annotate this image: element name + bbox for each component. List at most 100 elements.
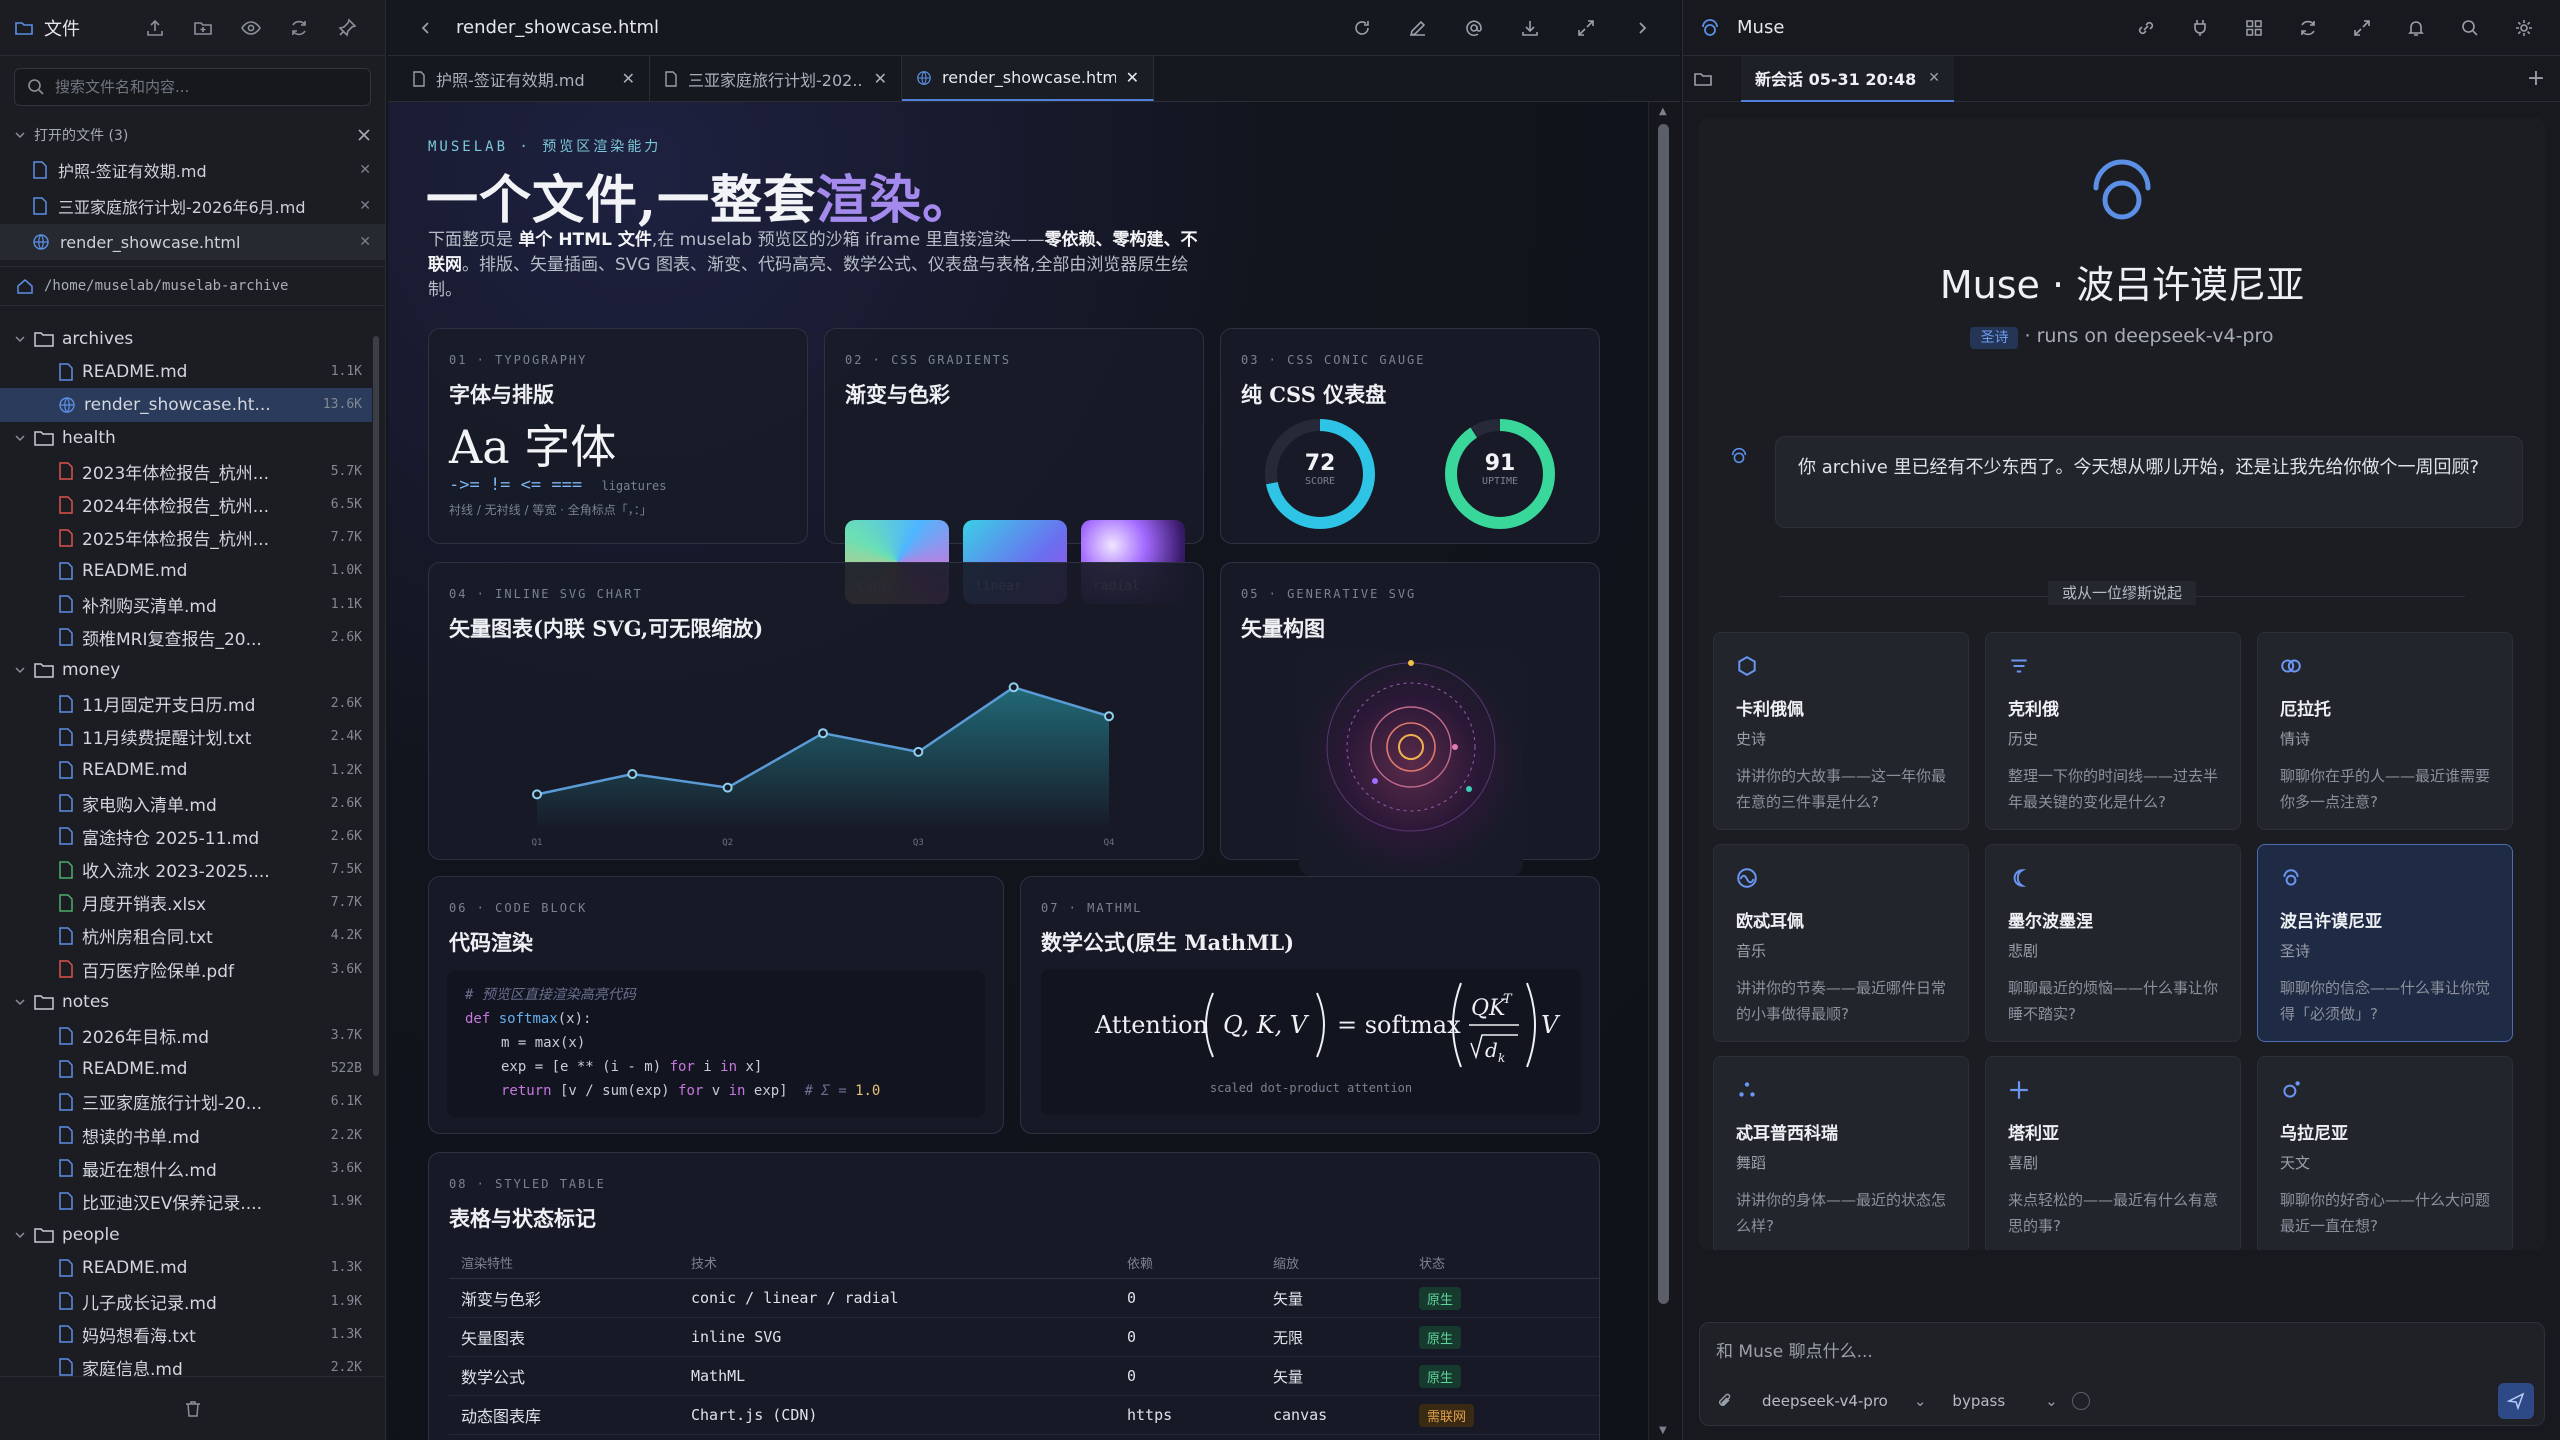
tree-file[interactable]: README.md 522B (0, 1052, 372, 1085)
muse-card[interactable]: 塔利亚 喜剧 来点轻松的——最近有什么有意思的事? (1985, 1056, 2241, 1250)
gear-icon[interactable] (2500, 8, 2548, 48)
reload-icon[interactable] (1338, 8, 1386, 48)
muse-card[interactable]: 卡利俄佩 史诗 讲讲你的大故事——这一年你最在意的三件事是什么? (1713, 632, 1969, 830)
grid-icon[interactable] (2230, 8, 2278, 48)
close-icon[interactable]: ✕ (874, 69, 887, 88)
tree-file[interactable]: 补剂购买清单.md 1.1K (0, 588, 372, 621)
tree-file[interactable]: 最近在想什么.md 3.6K (0, 1152, 372, 1185)
tree-file[interactable]: README.md 1.0K (0, 554, 372, 587)
tree-file[interactable]: 三亚家庭旅行计划-20... 6.1K (0, 1085, 372, 1118)
tree-file[interactable]: 想读的书单.md 2.2K (0, 1119, 372, 1152)
open-file-item[interactable]: 护照-签证有效期.md ✕ (0, 152, 385, 188)
new-session-icon[interactable]: + (2522, 65, 2550, 93)
download-icon[interactable] (1506, 8, 1554, 48)
muse-card[interactable]: 墨尔波墨涅 悲剧 聊聊最近的烦恼——什么事让你睡不踏实? (1985, 844, 2241, 1042)
plug-icon[interactable] (2176, 8, 2224, 48)
tree-file[interactable]: 富途持仓 2025-11.md 2.6K (0, 820, 372, 853)
mention-icon[interactable] (1450, 8, 1498, 48)
tree-file[interactable]: 家庭信息.md 2.2K (0, 1351, 372, 1376)
formula-text: QK (1471, 996, 1507, 1021)
chat-composer[interactable]: deepseek-v4-pro ⌄ bypass ⌄ (1699, 1322, 2545, 1426)
edit-icon[interactable] (1394, 8, 1442, 48)
tree-folder[interactable]: health (0, 422, 372, 455)
search-icon[interactable] (2446, 8, 2494, 48)
scroll-up-icon[interactable]: ▲ (1659, 106, 1667, 117)
model-select[interactable]: deepseek-v4-pro ⌄ (1762, 1392, 1926, 1410)
tree-file[interactable]: 2025年体检报告_杭州... 7.7K (0, 521, 372, 554)
send-button[interactable] (2498, 1383, 2534, 1419)
search-input[interactable] (55, 78, 358, 96)
tab-render-showcase[interactable]: render_showcase.html ✕ (902, 56, 1154, 101)
tree-file[interactable]: README.md 1.1K (0, 355, 372, 388)
muse-card[interactable]: 克利俄 历史 整理一下你的时间线——过去半年最关键的变化是什么? (1985, 632, 2241, 830)
tree-file[interactable]: 家电购入清单.md 2.6K (0, 787, 372, 820)
tree-file[interactable]: 2024年体检报告_杭州... 6.5K (0, 488, 372, 521)
tree-file[interactable]: 妈妈想看海.txt 1.3K (0, 1318, 372, 1351)
chat-input[interactable] (1716, 1337, 2516, 1367)
close-icon[interactable]: ✕ (359, 198, 371, 214)
link-icon[interactable] (2122, 8, 2170, 48)
close-icon[interactable]: ✕ (1126, 68, 1139, 87)
muse-card[interactable]: 欧忒耳佩 音乐 讲讲你的节奏——最近哪件日常的小事做得最顺? (1713, 844, 1969, 1042)
bell-icon[interactable] (2392, 8, 2440, 48)
tree-file[interactable]: 杭州房租合同.txt 4.2K (0, 919, 372, 952)
tree-folder[interactable]: money (0, 654, 372, 687)
close-icon[interactable]: ✕ (359, 234, 371, 250)
tree-file[interactable]: 儿子成长记录.md 1.9K (0, 1284, 372, 1317)
tree-scrollbar[interactable] (372, 322, 380, 1376)
chevron-right-icon[interactable] (1618, 8, 1666, 48)
refresh-icon[interactable] (275, 8, 323, 48)
search-box[interactable] (14, 68, 371, 106)
tab-sanya-plan[interactable]: 三亚家庭旅行计划-202... ✕ (650, 56, 902, 101)
open-file-item[interactable]: 三亚家庭旅行计划-2026年6月.md ✕ (0, 188, 385, 224)
sync-icon[interactable] (2284, 8, 2332, 48)
open-files-header[interactable]: 打开的文件 (3) (0, 118, 385, 152)
close-icon[interactable]: ✕ (359, 162, 371, 178)
new-folder-icon[interactable] (179, 8, 227, 48)
tree-file[interactable]: README.md 1.2K (0, 753, 372, 786)
expand-icon[interactable] (2338, 8, 2386, 48)
chat-body: Muse · 波吕许谟尼亚 圣诗 · runs on deepseek-v4-pr… (1699, 118, 2545, 1250)
mode-select[interactable]: bypass ⌄ (1952, 1392, 2057, 1410)
preview-iframe[interactable]: MUSELAB · 预览区渲染能力 一个文件,一整套渲染。 下面整页是 单个 H… (388, 102, 1648, 1440)
tree-file[interactable]: 11月固定开支日历.md 2.6K (0, 687, 372, 720)
scrollbar-thumb[interactable] (373, 336, 379, 1076)
tree-file[interactable]: render_showcase.ht... 13.6K (0, 388, 372, 422)
close-all-icon[interactable] (357, 128, 371, 142)
back-icon[interactable] (418, 20, 434, 36)
code-keyword: return (501, 1083, 552, 1099)
upload-icon[interactable] (131, 8, 179, 48)
tree-file[interactable]: 11月续费提醒计划.txt 2.4K (0, 720, 372, 753)
tree-file[interactable]: 2023年体检报告_杭州... 5.7K (0, 455, 372, 488)
muse-card[interactable]: 乌拉尼亚 天文 聊聊你的好奇心——什么大问题最近一直在想? (2257, 1056, 2513, 1250)
open-file-item[interactable]: render_showcase.html ✕ (0, 224, 385, 260)
tree-file[interactable]: 百万医疗险保单.pdf 3.6K (0, 953, 372, 986)
trash-icon[interactable] (183, 1399, 203, 1419)
muse-card[interactable]: 忒耳普西科瑞 舞蹈 讲讲你的身体——最近的状态怎么样? (1713, 1056, 1969, 1250)
tab-passport[interactable]: 护照-签证有效期.md ✕ (398, 56, 650, 101)
attach-icon[interactable] (1716, 1392, 1734, 1410)
close-icon[interactable]: ✕ (1928, 70, 1940, 86)
tree-file[interactable]: 颈椎MRI复查报告_20... 2.6K (0, 621, 372, 654)
tree-folder[interactable]: archives (0, 322, 372, 355)
preview-scrollbar[interactable]: ▲ ▼ (1648, 102, 1680, 1440)
folder-icon[interactable] (1693, 69, 1713, 89)
muse-card[interactable]: 厄拉托 情诗 聊聊你在乎的人——最近谁需要你多一点注意? (2257, 632, 2513, 830)
scrollbar-thumb[interactable] (1658, 124, 1669, 1304)
expand-icon[interactable] (1562, 8, 1610, 48)
tab-session[interactable]: 新会话 05-31 20:48 ✕ (1741, 55, 1954, 102)
tree-folder[interactable]: people (0, 1218, 372, 1251)
eye-icon[interactable] (227, 8, 275, 48)
muse-card[interactable]: 波吕许谟尼亚 圣诗 聊聊你的信念——什么事让你觉得「必须做」? (2257, 844, 2513, 1042)
tree-file[interactable]: README.md 1.3K (0, 1251, 372, 1284)
tree-file[interactable]: 2026年目标.md 3.7K (0, 1019, 372, 1052)
tree-file[interactable]: 收入流水 2023-2025.... 7.5K (0, 853, 372, 886)
scroll-down-icon[interactable]: ▼ (1659, 1425, 1667, 1436)
breadcrumb[interactable]: /home/muselab/muselab-archive (0, 266, 385, 306)
tree-folder[interactable]: notes (0, 986, 372, 1019)
status-circle-icon[interactable] (2071, 1392, 2090, 1410)
close-icon[interactable]: ✕ (622, 69, 635, 88)
pin-icon[interactable] (323, 8, 371, 48)
tree-file[interactable]: 月度开销表.xlsx 7.7K (0, 886, 372, 919)
tree-file[interactable]: 比亚迪汉EV保养记录.... 1.9K (0, 1185, 372, 1218)
